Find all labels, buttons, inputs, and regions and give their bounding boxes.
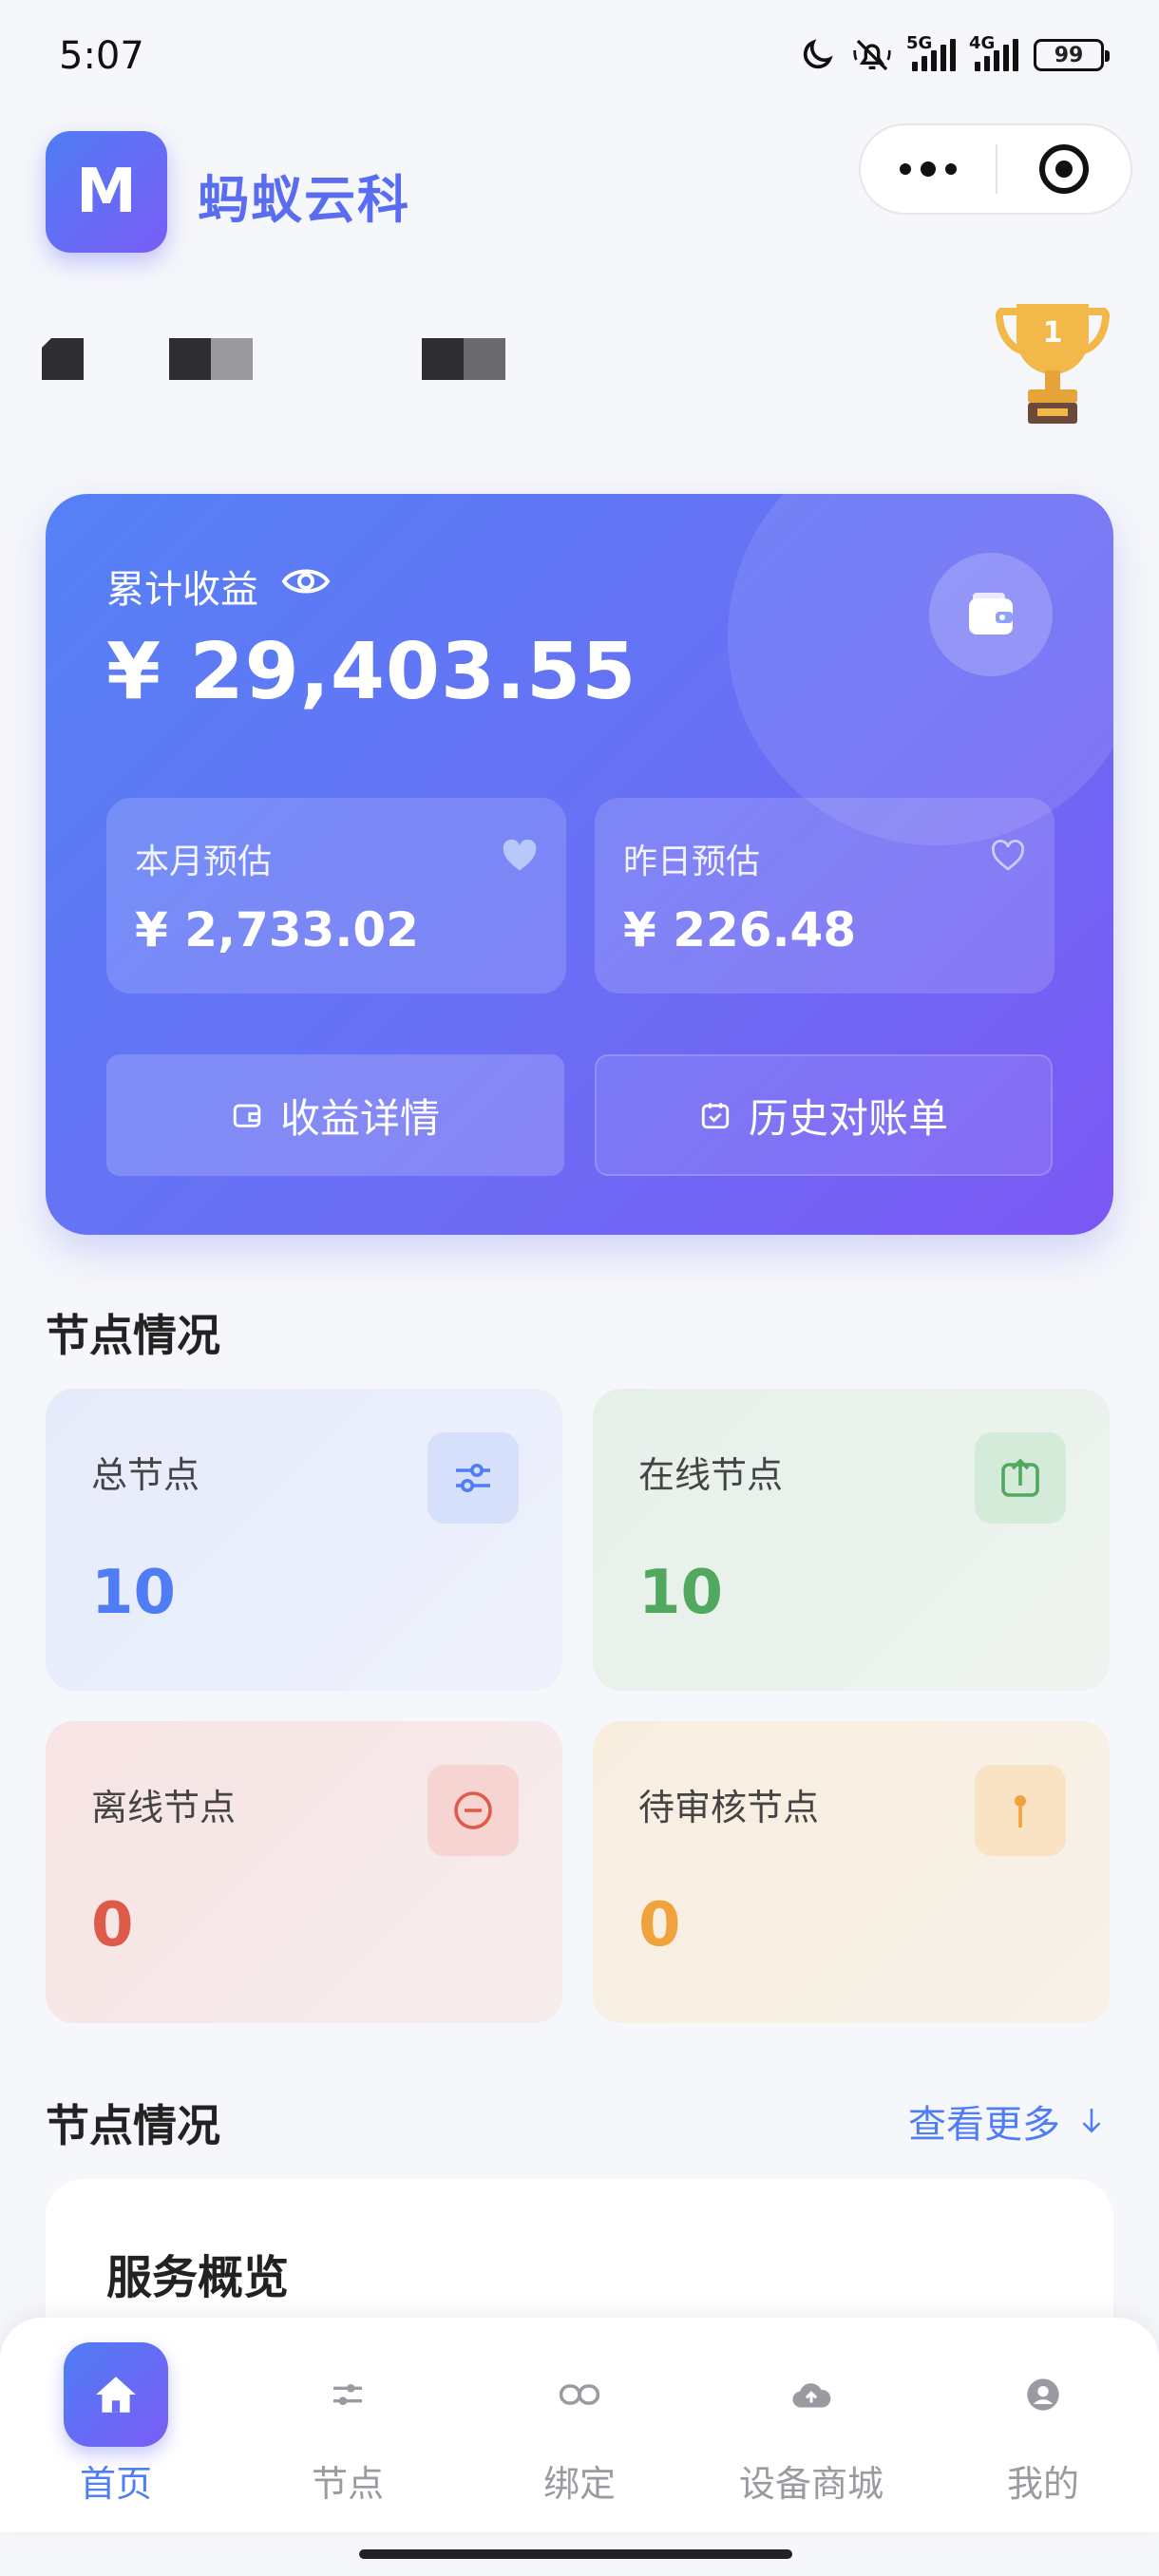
signal-5g-icon: 5G	[906, 33, 956, 71]
yesterday-estimate-card: 昨日预估 ¥ 226.48	[595, 798, 1054, 994]
history-statement-button[interactable]: 历史对账单	[595, 1054, 1053, 1176]
app-logo: M	[46, 131, 167, 253]
heart-outline-icon	[990, 840, 1026, 876]
trophy-icon[interactable]: 1	[994, 294, 1112, 427]
close-mini-program-button[interactable]	[998, 125, 1130, 213]
month-estimate-card: 本月预估 ¥ 2,733.02	[106, 798, 566, 994]
moon-icon	[798, 36, 836, 74]
status-bar: 5:07 5G 4G 99	[0, 0, 1159, 114]
sliders-icon	[295, 2342, 400, 2447]
total-earnings-amount: ¥ 29,403.55	[106, 627, 637, 717]
minus-circle-icon	[428, 1765, 519, 1856]
section-title-overview: 节点情况	[46, 2100, 220, 2151]
sliders-icon	[428, 1432, 519, 1524]
section-title-nodes: 节点情况	[46, 1310, 220, 1361]
offline-nodes-tile[interactable]: 离线节点 0	[46, 1721, 562, 2023]
more-menu-button[interactable]	[861, 125, 996, 213]
status-time: 5:07	[59, 34, 144, 78]
more-dot-icon	[921, 161, 936, 177]
see-more-link[interactable]: 查看更多	[908, 2093, 1104, 2149]
tab-nodes[interactable]: 节点	[232, 2318, 464, 2532]
total-earnings-label: 累计收益	[106, 559, 331, 614]
cloud-upload-icon	[759, 2342, 864, 2447]
tab-device-store[interactable]: 设备商城	[695, 2318, 927, 2532]
wallet-icon	[969, 593, 1013, 635]
status-icons: 5G 4G 99	[798, 33, 1110, 74]
battery-icon: 99	[1034, 39, 1110, 71]
pending-nodes-tile[interactable]: 待审核节点 0	[593, 1721, 1110, 2023]
brand-name: 蚂蚁云科	[198, 170, 410, 230]
eye-icon[interactable]	[281, 564, 331, 608]
target-icon	[1038, 144, 1089, 194]
svg-text:1: 1	[1043, 316, 1063, 350]
upload-box-icon	[975, 1432, 1066, 1524]
tab-profile[interactable]: 我的	[927, 2318, 1159, 2532]
wallet-button[interactable]	[929, 553, 1053, 676]
user-icon	[991, 2342, 1095, 2447]
more-dot-icon	[900, 163, 911, 175]
mute-icon	[851, 36, 893, 74]
home-icon	[64, 2342, 168, 2447]
mini-program-capsule	[859, 123, 1132, 215]
tab-home[interactable]: 首页	[0, 2318, 232, 2532]
link-icon	[527, 2342, 632, 2447]
home-indicator	[359, 2549, 792, 2559]
redacted-text	[169, 338, 253, 380]
earnings-detail-button[interactable]: 收益详情	[106, 1054, 564, 1176]
decorative-circle	[728, 494, 1113, 845]
wallet-small-icon	[233, 1104, 261, 1127]
calendar-check-icon	[701, 1103, 730, 1129]
arrow-down-icon	[1082, 2109, 1101, 2133]
redacted-text	[42, 338, 84, 380]
heart-filled-icon	[502, 839, 538, 876]
redacted-text	[422, 338, 505, 380]
pin-icon	[975, 1765, 1066, 1856]
tab-bind[interactable]: 绑定	[464, 2318, 695, 2532]
online-nodes-tile[interactable]: 在线节点 10	[593, 1389, 1110, 1691]
total-nodes-tile[interactable]: 总节点 10	[46, 1389, 562, 1691]
earnings-card: 累计收益 ¥ 29,403.55 本月预估 ¥ 2,733.02 昨日预估 ¥ …	[46, 494, 1113, 1235]
more-dot-icon	[945, 163, 957, 175]
bottom-tab-bar: 首页 节点 绑定 设备商城 我的	[0, 2318, 1159, 2532]
signal-4g-icon: 4G	[969, 33, 1018, 71]
